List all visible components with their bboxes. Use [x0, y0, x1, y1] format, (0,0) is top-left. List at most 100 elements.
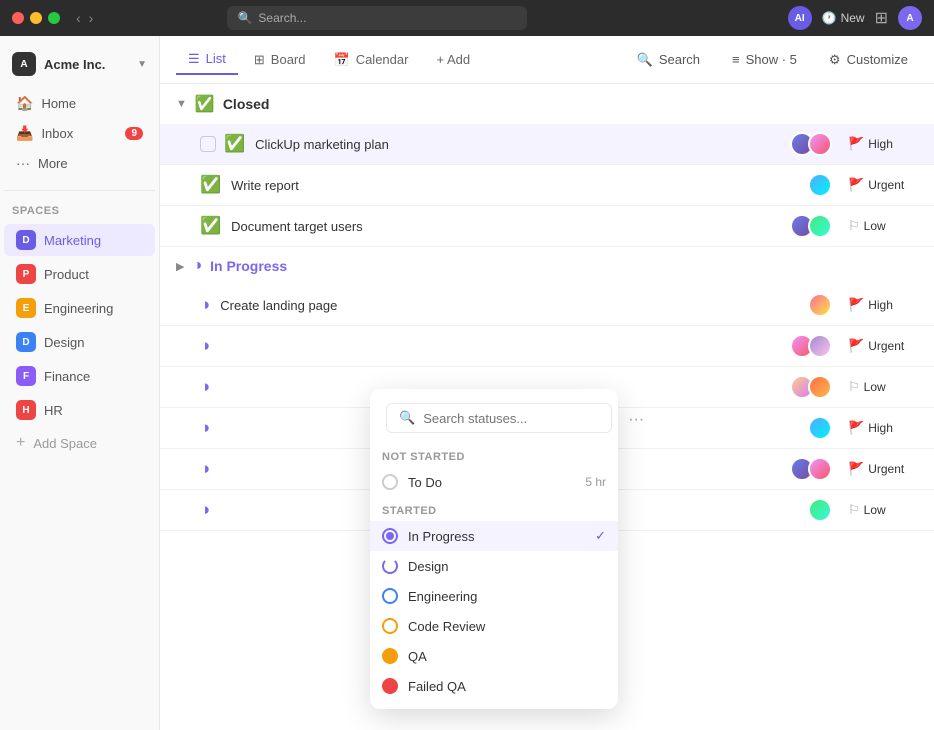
workspace-name: Acme Inc.	[44, 57, 105, 72]
avatar	[808, 293, 832, 317]
global-search-bar[interactable]: 🔍 Search...	[227, 6, 527, 30]
sidebar-item-design[interactable]: D Design	[4, 326, 155, 358]
sidebar-item-inbox[interactable]: 📥 Inbox 9	[4, 119, 155, 148]
task-checkbox[interactable]	[200, 136, 216, 152]
view-toolbar: ☰ List ⊞ Board 📅 Calendar + Add 🔍 Search	[160, 36, 934, 84]
app-layout: A Acme Inc. ▼ 🏠 Home 📥 Inbox 9 ··· More …	[0, 36, 934, 730]
status-dropdown: 🔍 ··· NOT STARTED To Do 5 hr STARTED In …	[370, 389, 618, 709]
priority-flag-icon: ⚐	[848, 218, 860, 234]
show-button[interactable]: ≡ Show · 5	[722, 47, 807, 72]
board-tab-icon: ⊞	[254, 52, 265, 68]
inprogress-section-label: In Progress	[210, 258, 287, 274]
grid-icon[interactable]: ⊞	[875, 8, 888, 28]
priority-label: Low	[864, 503, 886, 517]
task-inprogress-status-icon[interactable]: ◑	[200, 500, 210, 520]
task-inprogress-status-icon[interactable]: ◑	[200, 295, 210, 315]
closed-section-header[interactable]: ▼ ✅ Closed	[160, 84, 934, 124]
sidebar-item-home[interactable]: 🏠 Home	[4, 89, 155, 118]
task-assignees	[808, 173, 832, 197]
sidebar-item-hr[interactable]: H HR	[4, 394, 155, 426]
task-inprogress-status-icon[interactable]: ◑	[200, 418, 210, 438]
workspace-selector[interactable]: A Acme Inc. ▼	[0, 44, 159, 84]
status-engineering-item[interactable]: Engineering	[370, 581, 618, 611]
priority-label: Low	[864, 380, 886, 394]
priority-flag-icon: 🚩	[848, 177, 864, 193]
engineering-label: Engineering	[408, 589, 477, 604]
status-search-field[interactable]: 🔍	[386, 403, 612, 433]
table-row[interactable]: ⠿ ✅ Write report 🚩 Urgent	[160, 165, 934, 206]
window-controls	[12, 12, 60, 24]
table-row[interactable]: ⠿ ◑ Create landing page 🚩 High	[160, 285, 934, 326]
workspace-icon: A	[12, 52, 36, 76]
closed-status-icon: ✅	[195, 94, 215, 114]
board-tab-label: Board	[271, 52, 306, 67]
toolbar-right-actions: 🔍 Search ≡ Show · 5 ⚙ Customize	[627, 47, 918, 73]
show-label: Show · 5	[746, 52, 797, 67]
task-inprogress-status-icon[interactable]: ◑	[200, 336, 210, 356]
todo-label: To Do	[408, 475, 442, 490]
add-space-label: Add Space	[33, 436, 97, 451]
user-avatar[interactable]: A	[898, 6, 922, 30]
inprogress-section-chevron-icon: ▶	[176, 260, 184, 273]
table-row[interactable]: ⠿ ✅ ClickUp marketing plan 🚩 High	[160, 124, 934, 165]
priority-badge: ⚐ Low	[848, 379, 918, 395]
task-inprogress-status-icon[interactable]: ◑	[200, 377, 210, 397]
dropdown-more-button[interactable]: ···	[624, 410, 648, 430]
status-design-item[interactable]: Design	[370, 551, 618, 581]
closed-section-chevron-icon: ▼	[176, 98, 187, 110]
inprogress-status-icon: ◑	[192, 257, 202, 275]
avatar	[808, 132, 832, 156]
add-view-button[interactable]: + Add	[424, 46, 482, 73]
table-row[interactable]: ⠿ ◑ 🚩 Urgent	[160, 326, 934, 367]
close-window-button[interactable]	[12, 12, 24, 24]
task-closed-status-icon[interactable]: ✅	[200, 216, 221, 236]
task-inprogress-status-icon[interactable]: ◑	[200, 459, 210, 479]
home-icon: 🏠	[16, 95, 33, 112]
sidebar-item-finance[interactable]: F Finance	[4, 360, 155, 392]
back-icon[interactable]: ‹	[76, 10, 81, 26]
inprogress-section-header[interactable]: ▶ ◑ In Progress	[160, 247, 934, 285]
table-row[interactable]: ⠿ ✅ Document target users ⚐ Low	[160, 206, 934, 247]
inbox-badge: 9	[125, 127, 143, 140]
sidebar-item-marketing[interactable]: D Marketing	[4, 224, 155, 256]
status-inprogress-item[interactable]: In Progress ✓	[370, 521, 618, 551]
task-assignees	[808, 416, 832, 440]
clock-icon: 🕐	[822, 11, 837, 25]
task-assignees	[790, 457, 832, 481]
maximize-window-button[interactable]	[48, 12, 60, 24]
task-assignees	[808, 293, 832, 317]
ai-button[interactable]: AI	[788, 6, 812, 30]
sidebar-item-engineering[interactable]: E Engineering	[4, 292, 155, 324]
forward-icon[interactable]: ›	[89, 10, 94, 26]
priority-label: Low	[864, 219, 886, 233]
minimize-window-button[interactable]	[30, 12, 42, 24]
task-closed-status-icon[interactable]: ✅	[200, 175, 221, 195]
add-space-button[interactable]: + Add Space	[4, 428, 155, 458]
design-space-label: Design	[44, 335, 84, 350]
status-qa-item[interactable]: QA	[370, 641, 618, 671]
marketing-space-label: Marketing	[44, 233, 101, 248]
task-closed-status-icon[interactable]: ✅	[224, 134, 245, 154]
new-button[interactable]: 🕐 New	[822, 11, 865, 25]
product-space-icon: P	[16, 264, 36, 284]
status-todo-item[interactable]: To Do 5 hr	[370, 467, 618, 497]
qa-label: QA	[408, 649, 427, 664]
inprogress-status-icon	[382, 528, 398, 544]
priority-flag-icon: 🚩	[848, 338, 864, 354]
tab-list[interactable]: ☰ List	[176, 45, 238, 75]
titlebar-right: AI 🕐 New ⊞ A	[788, 6, 922, 30]
calendar-tab-label: Calendar	[356, 52, 409, 67]
sidebar: A Acme Inc. ▼ 🏠 Home 📥 Inbox 9 ··· More …	[0, 36, 160, 730]
tab-board[interactable]: ⊞ Board	[242, 46, 318, 74]
status-codereview-item[interactable]: Code Review	[370, 611, 618, 641]
sidebar-item-more[interactable]: ··· More	[4, 149, 155, 177]
tab-calendar[interactable]: 📅 Calendar	[322, 46, 421, 74]
customize-button[interactable]: ⚙ Customize	[819, 47, 918, 73]
search-button[interactable]: 🔍 Search	[627, 47, 710, 73]
checkmark-icon: ✓	[595, 528, 606, 544]
status-failedqa-item[interactable]: Failed QA	[370, 671, 618, 701]
status-search-input[interactable]	[423, 411, 599, 426]
task-name: Write report	[231, 178, 808, 193]
sidebar-item-product[interactable]: P Product	[4, 258, 155, 290]
list-tab-icon: ☰	[188, 51, 200, 67]
